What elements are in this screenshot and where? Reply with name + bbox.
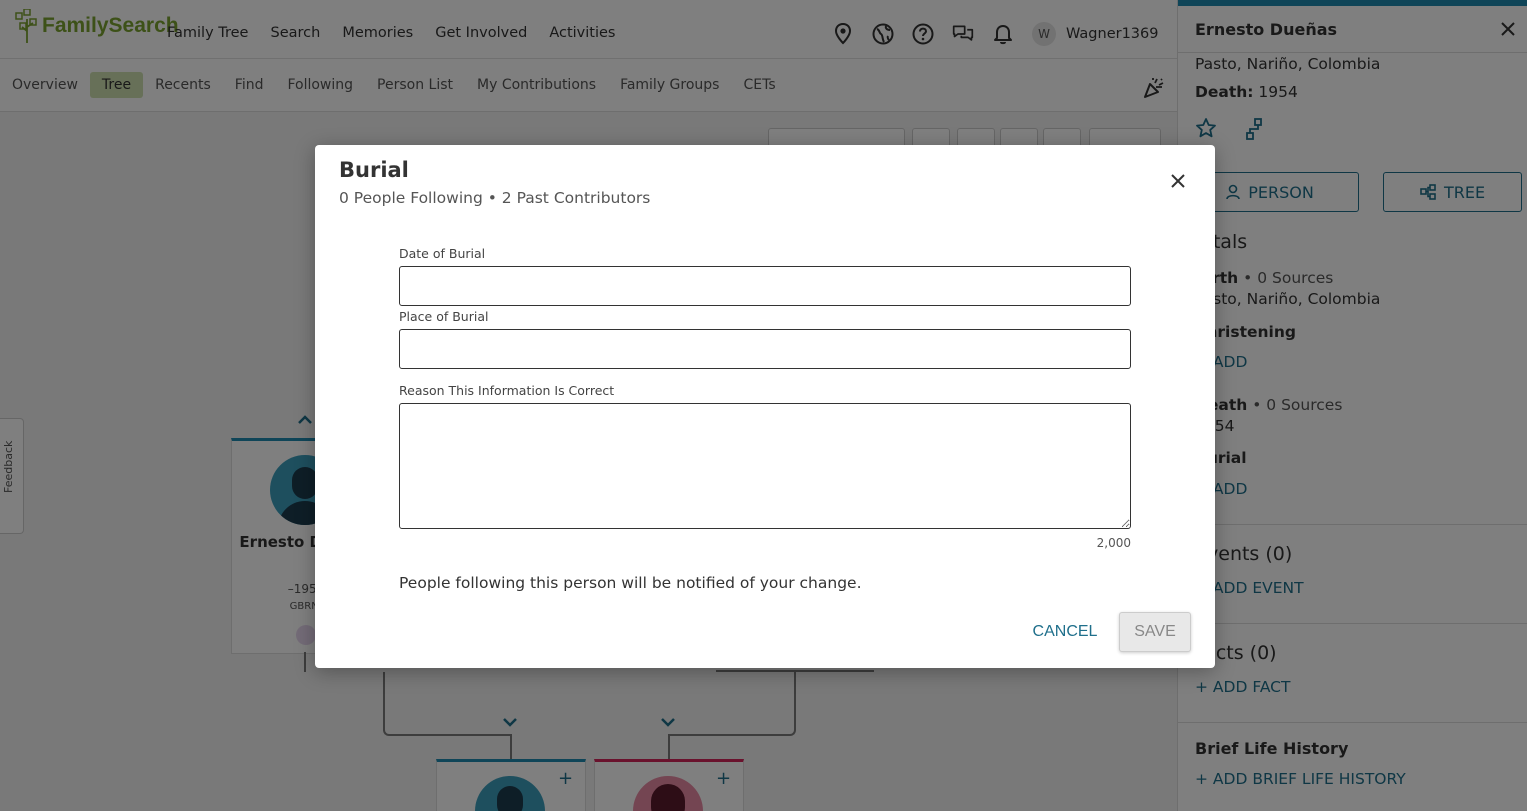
burial-edit-dialog: Burial 0 People Following • 2 Past Contr…	[315, 145, 1215, 668]
close-icon[interactable]	[1167, 170, 1189, 192]
date-of-burial-input[interactable]	[399, 266, 1131, 306]
dialog-title: Burial	[339, 158, 409, 182]
place-of-burial-label: Place of Burial	[399, 309, 489, 324]
dialog-subtitle: 0 People Following • 2 Past Contributors	[339, 189, 651, 207]
save-button[interactable]: SAVE	[1119, 612, 1191, 652]
cancel-button[interactable]: CANCEL	[1025, 612, 1105, 652]
notification-notice: People following this person will be not…	[399, 574, 862, 592]
character-counter: 2,000	[1096, 536, 1131, 550]
reason-label: Reason This Information Is Correct	[399, 383, 615, 398]
date-of-burial-label: Date of Burial	[399, 246, 486, 261]
place-of-burial-input[interactable]	[399, 329, 1131, 369]
reason-textarea[interactable]	[399, 403, 1131, 529]
